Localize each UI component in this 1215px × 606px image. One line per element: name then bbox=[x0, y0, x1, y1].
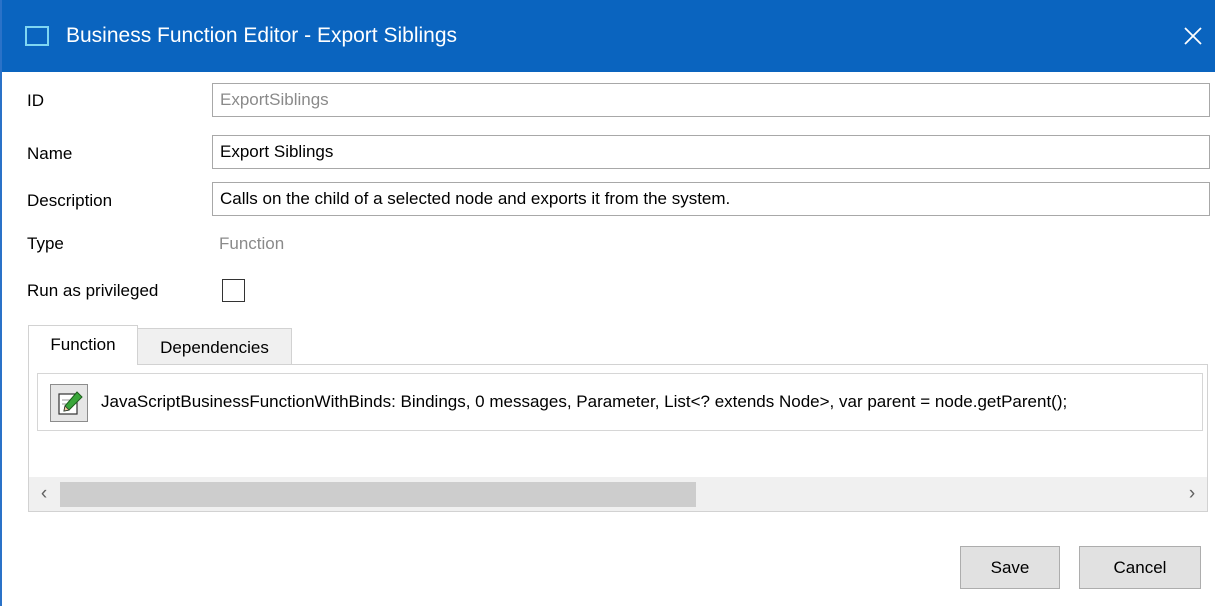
description-label: Description bbox=[27, 191, 113, 210]
edit-function-button[interactable] bbox=[50, 384, 88, 422]
name-label: Name bbox=[27, 144, 73, 163]
name-field[interactable]: Export Siblings bbox=[212, 135, 1210, 169]
run-as-privileged-checkbox[interactable] bbox=[222, 279, 245, 302]
scroll-left-icon[interactable]: ‹ bbox=[29, 477, 59, 511]
window-app-icon bbox=[25, 26, 49, 46]
business-function-editor-window: Business Function Editor - Export Siblin… bbox=[0, 0, 1215, 606]
description-field[interactable]: Calls on the child of a selected node an… bbox=[212, 182, 1210, 216]
tab-dependencies[interactable]: Dependencies bbox=[138, 328, 292, 366]
tab-function[interactable]: Function bbox=[28, 325, 138, 365]
title-bar[interactable]: Business Function Editor - Export Siblin… bbox=[2, 0, 1215, 72]
horizontal-scrollbar[interactable]: ‹ › bbox=[29, 477, 1207, 511]
save-button[interactable]: Save bbox=[960, 546, 1060, 589]
close-icon bbox=[1184, 27, 1202, 45]
cancel-button[interactable]: Cancel bbox=[1079, 546, 1201, 589]
id-field[interactable]: ExportSiblings bbox=[212, 83, 1210, 117]
function-entry-row[interactable]: JavaScriptBusinessFunctionWithBinds: Bin… bbox=[37, 373, 1203, 431]
type-label: Type bbox=[27, 234, 64, 253]
edit-pencil-icon bbox=[58, 391, 83, 415]
type-value: Function bbox=[219, 234, 285, 253]
function-tab-panel: JavaScriptBusinessFunctionWithBinds: Bin… bbox=[28, 364, 1208, 512]
id-label: ID bbox=[27, 91, 44, 110]
close-button[interactable] bbox=[1169, 12, 1215, 60]
scrollbar-thumb[interactable] bbox=[60, 482, 696, 507]
window-title: Business Function Editor - Export Siblin… bbox=[66, 24, 458, 47]
run-as-privileged-label: Run as privileged bbox=[27, 281, 159, 300]
function-entry-text: JavaScriptBusinessFunctionWithBinds: Bin… bbox=[101, 392, 1068, 411]
scroll-right-icon[interactable]: › bbox=[1177, 477, 1207, 511]
